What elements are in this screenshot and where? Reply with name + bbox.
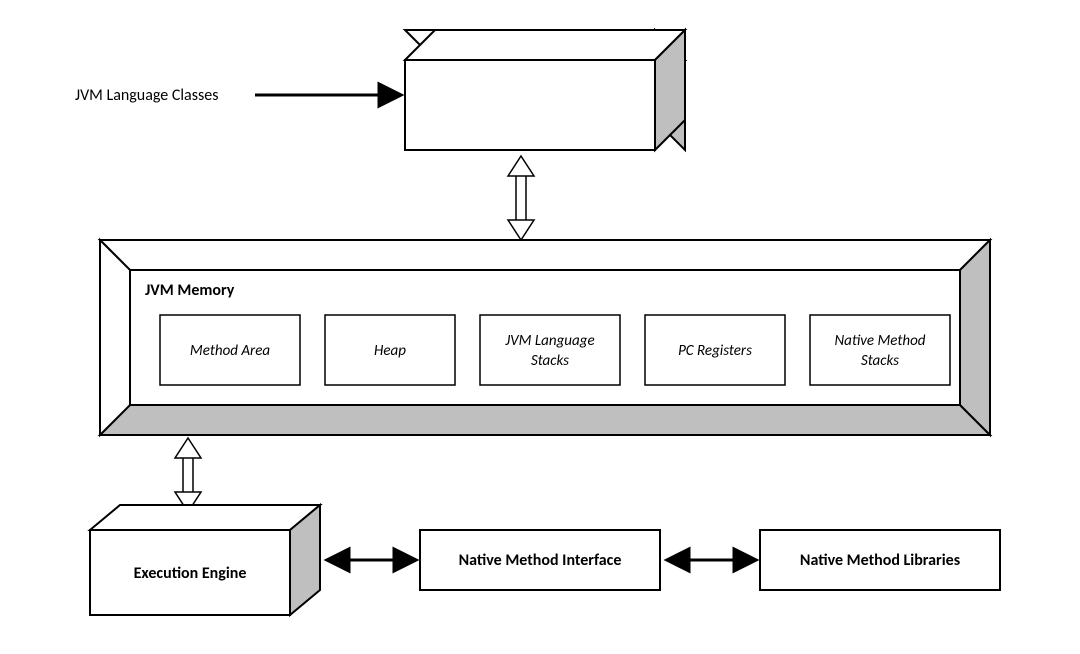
- memory-area-pc: PC Registers: [645, 315, 785, 385]
- memory-area-native: Native Method Stacks: [810, 315, 950, 385]
- memory-area-native-line1: Native Method: [834, 332, 925, 350]
- memory-area-stacks-line1: JVM Language: [504, 332, 594, 350]
- nml-box: Native Method Libraries: [760, 530, 1000, 590]
- memory-area-method-label: Method Area: [190, 342, 270, 360]
- memory-area-native-line2: Stacks: [861, 352, 899, 370]
- double-arrow-memory-exec: [175, 438, 201, 512]
- jvm-memory-title: JVM Memory: [145, 281, 235, 300]
- memory-area-method: Method Area: [160, 315, 300, 385]
- jvm-memory-block: JVM Memory Method Area Heap JVM Language…: [100, 240, 990, 435]
- nmi-box: Native Method Interface: [420, 530, 660, 590]
- class-loader-cuboid: [405, 30, 685, 150]
- nmi-label: Native Method Interface: [459, 551, 622, 570]
- memory-area-heap: Heap: [325, 315, 455, 385]
- execution-engine-label: Execution Engine: [134, 564, 247, 583]
- memory-area-stacks-line2: Stacks: [531, 352, 569, 370]
- memory-area-stacks: JVM Language Stacks: [480, 315, 620, 385]
- input-label: JVM Language Classes: [75, 86, 218, 105]
- memory-area-heap-label: Heap: [374, 342, 406, 360]
- execution-engine-box: Execution Engine: [90, 505, 320, 615]
- nml-label: Native Method Libraries: [800, 551, 960, 570]
- jvm-architecture-diagram: Class Loader JVM Language Classes JVM Me…: [0, 0, 1080, 654]
- memory-area-pc-label: PC Registers: [678, 342, 752, 360]
- double-arrow-classloader-memory: [508, 156, 534, 240]
